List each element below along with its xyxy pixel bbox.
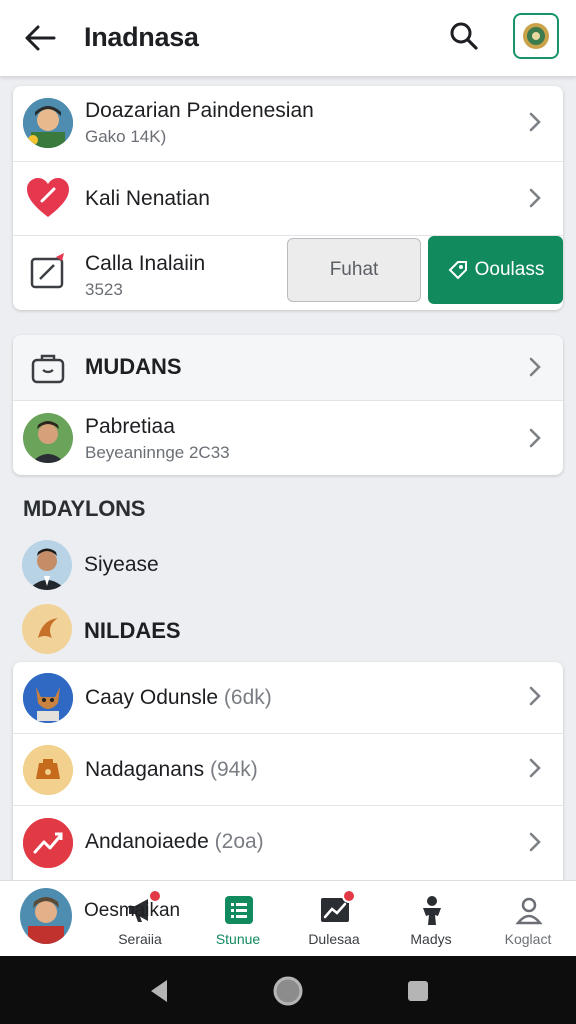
row-count: (6dk) <box>223 686 272 709</box>
cat-avatar <box>23 673 73 723</box>
section-header: MUDANS <box>85 354 182 379</box>
nav-item-koglact[interactable]: Koglact <box>480 881 576 957</box>
system-navigation-bar <box>0 956 576 1024</box>
chart-up-icon <box>23 818 73 868</box>
arrow-left-icon[interactable] <box>20 18 60 58</box>
row-title: Pabretiaa <box>85 415 175 438</box>
primary-button-label: Ooulass <box>474 259 545 280</box>
overlay-row-text: Oesmaikan <box>84 900 181 921</box>
app-bar: Inadnasa <box>0 0 576 76</box>
list-item[interactable]: Nadaganans (94k) <box>13 734 563 806</box>
back-triangle-icon[interactable] <box>142 974 176 1008</box>
avatar[interactable] <box>20 888 72 944</box>
nav-label: Madys <box>410 931 452 947</box>
nav-item-stunue[interactable]: Stunue <box>190 881 286 957</box>
row-title: Kali Nenatian <box>85 187 210 210</box>
list-item[interactable]: Andanoiaede (2oa) <box>13 806 563 880</box>
section-label-nildaes: NILDAES <box>84 618 181 643</box>
channels-card: Caay Odunsle (6dk) Nadaganans (94k) Anda… <box>13 662 563 892</box>
nav-item-madys[interactable]: Madys <box>383 881 479 957</box>
section-header-row[interactable]: MUDANS <box>13 335 563 401</box>
list-item[interactable]: Kali Nenatian <box>13 162 563 236</box>
section-header-row[interactable]: NILDAES <box>0 598 576 662</box>
avatar <box>23 98 73 148</box>
row-title: Doazarian Paindenesian <box>85 99 314 122</box>
notification-badge <box>342 889 356 903</box>
profile-icon <box>512 893 546 927</box>
row-count: (94k) <box>209 758 258 781</box>
heart-icon <box>23 173 73 223</box>
row-count: (2oa) <box>214 830 264 853</box>
box-avatar <box>23 745 73 795</box>
edit-frame-icon <box>23 246 73 296</box>
row-subtitle: Beyeaninnge 2C33 <box>85 443 230 462</box>
row-title: Nadaganans (94k) <box>85 758 258 782</box>
mudans-card: MUDANS Pabretiaa Beyeaninnge 2C33 <box>13 335 563 475</box>
chevron-right-icon <box>525 355 545 379</box>
chevron-right-icon <box>525 110 545 134</box>
list-item[interactable]: Calla Inalaiin 3523 Fuhat Ooulass <box>13 236 563 310</box>
primary-button[interactable]: Ooulass <box>428 236 563 304</box>
chevron-right-icon <box>525 756 545 780</box>
row-subtitle: 3523 <box>85 280 123 299</box>
swirl-logo-icon <box>22 604 72 654</box>
chevron-right-icon <box>525 186 545 210</box>
list-item[interactable]: Pabretiaa Beyeaninnge 2C33 <box>13 401 563 475</box>
fuhat-button[interactable]: Fuhat <box>287 238 421 302</box>
search-icon[interactable] <box>444 16 484 56</box>
nav-item-dulesaa[interactable]: Dulesaa <box>286 881 382 957</box>
nav-label: Stunue <box>215 931 261 947</box>
row-title-text: Andanoiaede <box>85 830 209 853</box>
avatar <box>23 413 73 463</box>
chevron-right-icon <box>525 830 545 854</box>
row-title: Siyease <box>84 553 159 576</box>
recents-square-icon[interactable] <box>401 974 435 1008</box>
nav-label: Seraiia <box>118 931 162 947</box>
section-label-mdaylons: MDAYLONS <box>23 496 146 521</box>
briefcase-icon <box>23 343 73 393</box>
list-item[interactable]: Caay Odunsle (6dk) <box>13 662 563 734</box>
nav-label: Koglact <box>504 931 552 947</box>
list-item[interactable]: Siyease <box>0 534 576 598</box>
person-figure-icon <box>415 893 449 927</box>
list-item[interactable]: Doazarian Paindenesian Gako 14K) <box>13 86 563 162</box>
row-title: Caay Odunsle (6dk) <box>85 686 272 710</box>
row-title-text: Nadaganans <box>85 758 205 781</box>
tag-icon <box>448 261 467 280</box>
row-subtitle: Gako 14K) <box>85 127 167 146</box>
row-title-text: Caay Odunsle <box>85 686 219 709</box>
avatar <box>22 540 72 590</box>
list-icon <box>222 893 256 927</box>
chevron-right-icon <box>525 426 545 450</box>
chevron-right-icon <box>525 684 545 708</box>
nav-label: Dulesaa <box>308 931 360 947</box>
row-title: Andanoiaede (2oa) <box>85 830 264 854</box>
home-circle-icon[interactable] <box>271 974 305 1008</box>
profiles-card: Doazarian Paindenesian Gako 14K) Kali Ne… <box>13 86 563 310</box>
page-title: Inadnasa <box>84 22 199 52</box>
badge-avatar-icon[interactable] <box>513 13 559 59</box>
row-title: Calla Inalaiin <box>85 252 206 275</box>
